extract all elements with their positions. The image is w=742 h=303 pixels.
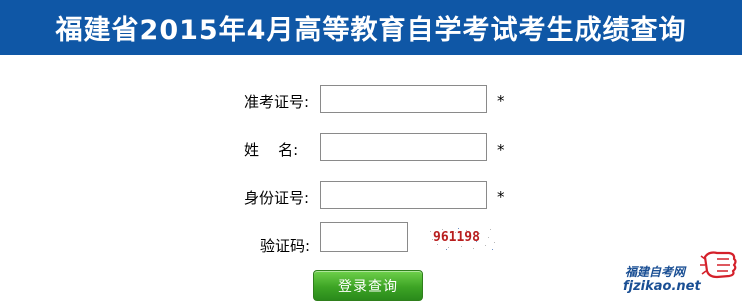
name-label: 姓 名:: [244, 141, 299, 159]
required-mark: *: [497, 141, 505, 159]
captcha-input[interactable]: [320, 222, 408, 252]
site-watermark: 福建自考网 fjzikao.net: [617, 245, 742, 301]
captcha-label: 验证码:: [260, 237, 311, 255]
score-query-page: 福建省2015年4月高等教育自学考试考生成绩查询 准考证号: * 姓 名: * …: [0, 0, 742, 303]
watermark-url: fjzikao.net: [623, 279, 701, 294]
captcha-code: 961198: [433, 230, 480, 245]
required-mark: *: [497, 92, 505, 110]
exam-number-label: 准考证号:: [244, 93, 310, 111]
exam-number-input[interactable]: [320, 85, 487, 113]
id-number-label: 身份证号:: [244, 189, 310, 207]
name-input[interactable]: [320, 133, 487, 161]
required-mark: *: [497, 188, 505, 206]
page-title: 福建省2015年4月高等教育自学考试考生成绩查询: [55, 15, 687, 46]
login-query-button[interactable]: 登录查询: [313, 270, 423, 301]
title-bar: 福建省2015年4月高等教育自学考试考生成绩查询: [0, 0, 742, 55]
watermark-site-name: 福建自考网: [625, 265, 686, 279]
id-number-input[interactable]: [320, 181, 487, 209]
captcha-image[interactable]: 961198: [428, 227, 498, 251]
fist-logo-icon: [700, 251, 737, 279]
